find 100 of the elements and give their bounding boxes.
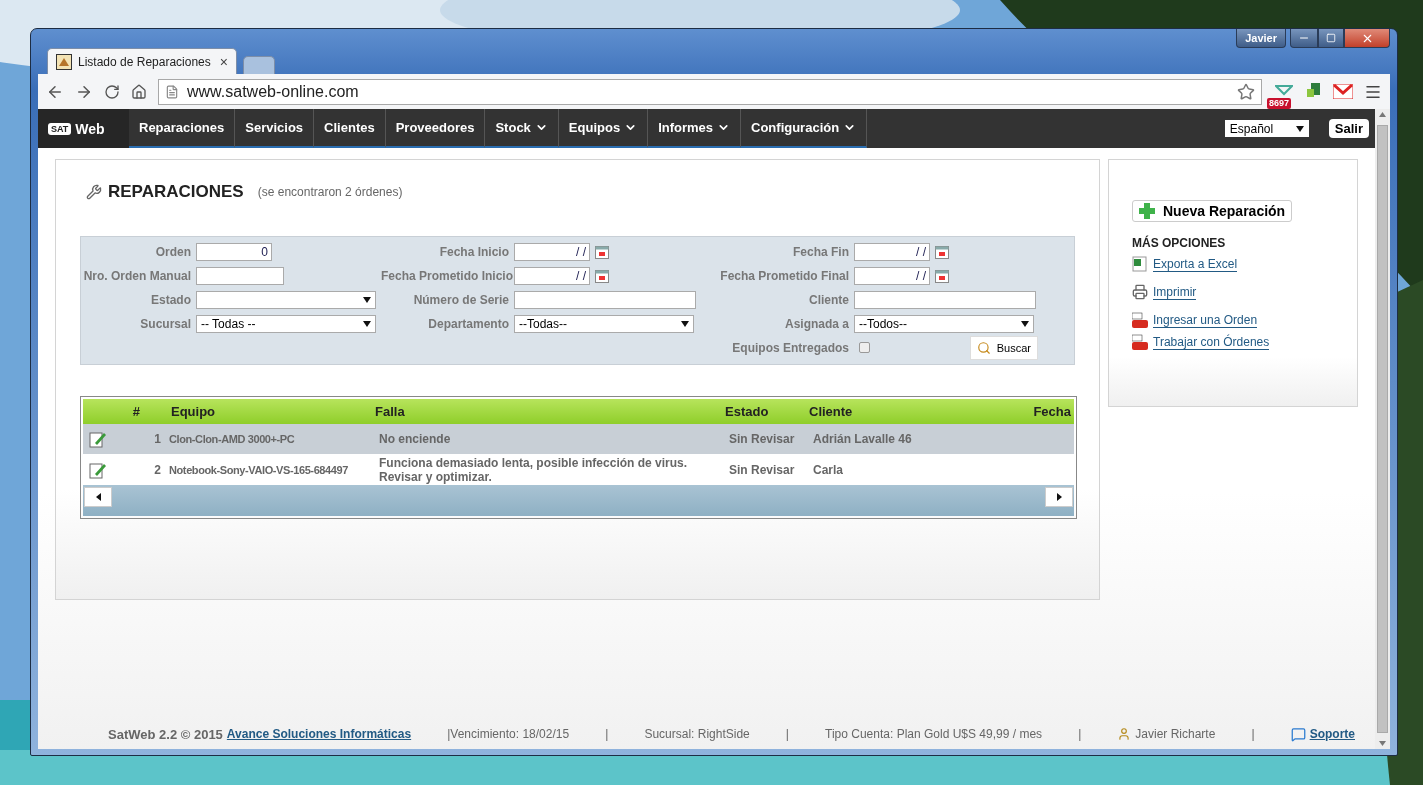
logout-button[interactable]: Salir xyxy=(1328,119,1369,138)
chat-icon xyxy=(1290,726,1306,742)
nav-item[interactable]: Servicios xyxy=(235,109,315,148)
reload-icon[interactable] xyxy=(104,83,120,100)
date-field[interactable]: / / xyxy=(514,242,590,261)
support-link[interactable]: Soporte xyxy=(1309,727,1355,741)
select-field[interactable]: --Todos-- xyxy=(854,314,1034,333)
scroll-down-icon[interactable] xyxy=(1379,741,1386,746)
calendar-icon[interactable] xyxy=(595,268,609,283)
logo[interactable]: SAT Web xyxy=(38,109,129,148)
caret-icon xyxy=(363,320,371,327)
search-icon xyxy=(976,340,991,355)
select-field[interactable]: --Todas-- xyxy=(514,314,694,333)
footer-separator: | xyxy=(785,727,789,741)
column-header: Falla xyxy=(374,404,406,419)
table-row[interactable]: 1 Clon-Clon-AMD 3000+-PC No enciende Sin Revisar Adrián Lavalle 46 xyxy=(83,424,1074,454)
caret-icon xyxy=(1021,320,1029,327)
column-header: Cliente xyxy=(808,404,854,419)
table-cell-text: Carla xyxy=(812,462,845,477)
table-cell-text: Sin Revisar xyxy=(728,462,796,477)
select-field[interactable] xyxy=(196,290,376,309)
manual-order-field[interactable] xyxy=(196,266,284,285)
table-cell-text: Clon-Clon-AMD 3000+-PC xyxy=(168,433,296,445)
text-field[interactable] xyxy=(854,290,1036,309)
field-label: Equipos Entregados xyxy=(731,340,849,355)
close-button[interactable] xyxy=(1344,29,1390,48)
maximize-button[interactable] xyxy=(1318,29,1344,48)
mail-icon[interactable] xyxy=(1333,84,1353,99)
horizontal-scrollbar[interactable] xyxy=(83,485,1074,516)
field-label: Asignada a xyxy=(783,316,849,331)
text-field[interactable] xyxy=(514,290,696,309)
vertical-scrollbar[interactable] xyxy=(1375,109,1390,749)
field-label: Sucursal xyxy=(139,316,191,331)
calendar-icon[interactable] xyxy=(935,244,949,259)
company-link[interactable]: Avance Soluciones Informáticas xyxy=(226,727,412,741)
nav-item[interactable]: Reparaciones xyxy=(129,109,236,148)
option-link[interactable]: Ingresar una Orden xyxy=(1153,312,1258,328)
result-count: (se encontraron 2 órdenes) xyxy=(257,185,403,199)
footer-separator: | xyxy=(1251,727,1255,741)
browser-tab[interactable]: Listado de Reparaciones × xyxy=(47,48,237,74)
site-icon xyxy=(56,53,72,70)
order-field[interactable]: 0 xyxy=(196,242,272,261)
user-icon xyxy=(1117,727,1132,741)
minimize-button[interactable] xyxy=(1290,29,1318,48)
scroll-up-icon[interactable] xyxy=(1379,112,1386,117)
nav-item[interactable]: Equipos xyxy=(558,109,649,148)
field-label: Departamento xyxy=(427,316,509,331)
field-label: Nro. Orden Manual xyxy=(82,268,191,283)
home-icon[interactable] xyxy=(131,83,147,100)
caret-icon xyxy=(1295,125,1304,132)
caret-icon xyxy=(363,296,371,303)
bookmark-star-icon[interactable] xyxy=(1237,82,1255,101)
field-label: Número de Serie xyxy=(412,292,509,307)
option-link[interactable]: Exporta a Excel xyxy=(1153,256,1238,272)
date-field[interactable]: / / xyxy=(514,266,590,285)
field-label: Estado xyxy=(150,292,191,307)
edit-icon[interactable] xyxy=(89,460,107,479)
column-header: Fecha xyxy=(1032,404,1072,419)
plus-icon xyxy=(1139,203,1155,219)
column-header: # xyxy=(131,404,141,419)
scroll-right-button[interactable] xyxy=(1045,487,1073,507)
table-cell-text: Adrián Lavalle 46 xyxy=(812,432,913,446)
close-tab-icon[interactable]: × xyxy=(219,53,228,70)
tab-title: Listado de Reparaciones xyxy=(78,54,212,69)
caret-icon xyxy=(681,320,689,327)
profile-button[interactable]: Javier xyxy=(1236,29,1286,48)
calendar-icon[interactable] xyxy=(935,268,949,283)
new-repair-button[interactable]: Nueva Reparación xyxy=(1132,200,1293,222)
calendar-icon[interactable] xyxy=(595,244,609,259)
table-cell-text: 1 xyxy=(153,432,162,446)
date-field[interactable]: / / xyxy=(854,242,930,261)
page-title: REPARACIONES xyxy=(108,182,244,202)
nav-item[interactable]: Clientes xyxy=(314,109,386,148)
select-field[interactable]: -- Todas -- xyxy=(196,314,376,333)
maximize-icon xyxy=(1326,33,1336,43)
address-bar[interactable]: www.satweb-online.com xyxy=(158,78,1262,105)
column-header: Estado xyxy=(724,404,770,419)
nav-item[interactable]: Proveedores xyxy=(385,109,486,148)
footer-separator: | xyxy=(1078,727,1082,741)
table-cell-text: Sin Revisar xyxy=(728,432,796,446)
option-link[interactable]: Trabajar con Órdenes xyxy=(1153,334,1270,350)
search-button[interactable]: Buscar xyxy=(969,335,1038,360)
checkbox[interactable] xyxy=(859,342,870,353)
footer-brand: SatWeb 2.2 © 2015 xyxy=(108,726,223,742)
date-field[interactable]: / / xyxy=(854,266,930,285)
video-icon xyxy=(1132,334,1148,350)
footer-separator: | xyxy=(605,727,609,741)
nav-item[interactable]: Stock xyxy=(485,109,559,148)
video-icon xyxy=(1132,312,1148,328)
page-icon xyxy=(165,84,179,99)
table-cell-text: Notebook-Sony-VAIO-VS-165-684497 xyxy=(168,463,349,476)
section-title: MÁS OPCIONES xyxy=(1132,236,1227,250)
edit-icon[interactable] xyxy=(89,430,107,448)
nav-item[interactable]: Informes xyxy=(648,109,742,148)
column-header: Equipo xyxy=(170,404,217,419)
nav-item[interactable]: Configuración xyxy=(741,109,868,148)
scroll-left-button[interactable] xyxy=(84,487,112,507)
printer-icon xyxy=(1132,284,1148,300)
option-link[interactable]: Imprimir xyxy=(1153,284,1197,300)
language-select[interactable]: Español xyxy=(1224,120,1309,137)
